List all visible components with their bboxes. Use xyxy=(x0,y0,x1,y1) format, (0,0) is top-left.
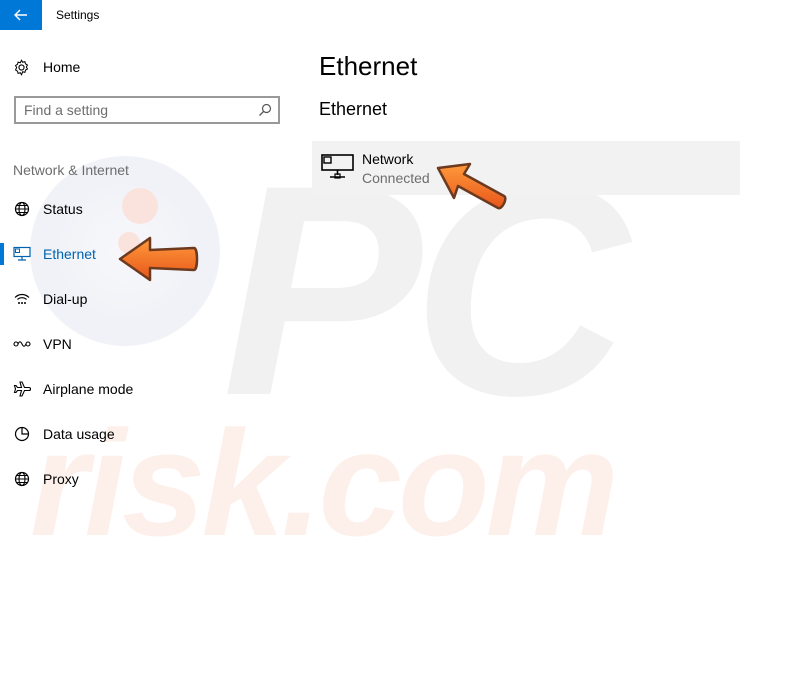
back-button[interactable] xyxy=(0,0,42,30)
gear-icon xyxy=(14,58,29,76)
globe-icon xyxy=(14,471,30,487)
vpn-icon xyxy=(13,341,31,347)
window-title: Settings xyxy=(56,8,100,22)
home-label: Home xyxy=(43,59,81,75)
airplane-icon xyxy=(13,381,31,397)
sidebar-item-label: VPN xyxy=(43,336,72,352)
sidebar-item-label: Status xyxy=(43,201,83,217)
annotation-arrow-icon xyxy=(436,162,507,210)
sidebar-item-airplane-mode[interactable]: Airplane mode xyxy=(0,374,290,404)
sidebar-item-status[interactable]: Status xyxy=(0,194,290,224)
back-arrow-icon xyxy=(14,9,27,21)
annotation-arrow-icon xyxy=(118,236,199,282)
search-icon xyxy=(259,103,272,116)
sidebar-item-vpn[interactable]: VPN xyxy=(0,329,290,359)
network-name: Network xyxy=(362,151,414,167)
title-bar: Settings xyxy=(0,0,790,30)
search-box[interactable] xyxy=(14,96,280,124)
dialup-icon xyxy=(14,293,30,304)
sidebar-item-data-usage[interactable]: Data usage xyxy=(0,419,290,449)
globe-icon xyxy=(14,201,30,217)
ethernet-icon xyxy=(13,246,31,261)
network-status: Connected xyxy=(362,170,430,186)
search-input[interactable] xyxy=(24,101,254,119)
data-usage-icon xyxy=(14,426,30,442)
home-link[interactable]: Home xyxy=(13,57,80,77)
section-heading: Network & Internet xyxy=(13,162,129,178)
network-connection-tile[interactable]: Network Connected xyxy=(312,141,740,195)
sidebar-item-dialup[interactable]: Dial-up xyxy=(0,284,290,314)
sidebar-item-label: Ethernet xyxy=(43,246,96,262)
sidebar-item-label: Proxy xyxy=(43,471,79,487)
ethernet-icon xyxy=(321,154,354,179)
selection-indicator xyxy=(0,243,4,265)
sidebar-item-label: Airplane mode xyxy=(43,381,134,397)
page-title: Ethernet xyxy=(319,51,418,81)
section-title: Ethernet xyxy=(319,99,388,119)
sidebar-item-label: Data usage xyxy=(43,426,115,442)
sidebar-item-label: Dial-up xyxy=(43,291,88,307)
sidebar-item-proxy[interactable]: Proxy xyxy=(0,464,290,494)
